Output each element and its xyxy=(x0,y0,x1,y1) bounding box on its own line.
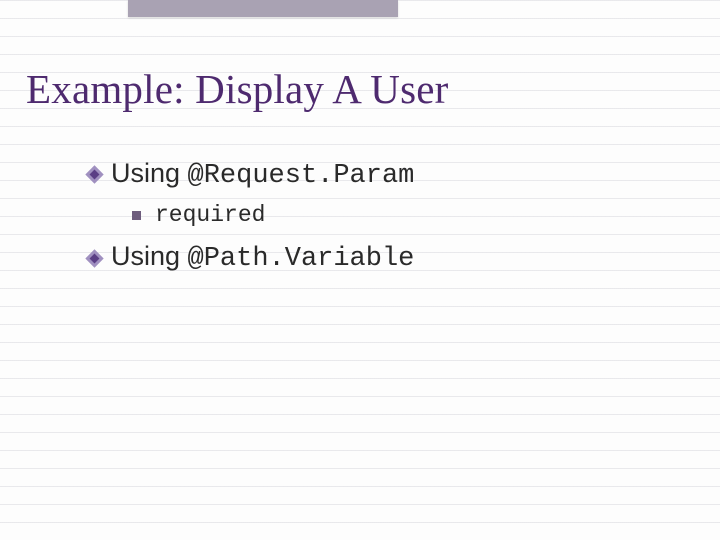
diamond-bullet-icon xyxy=(85,166,103,184)
bullet-code: @Request.Param xyxy=(188,161,415,191)
slide-title: Example: Display A User xyxy=(26,65,449,113)
bullet-prefix: Using xyxy=(111,158,188,188)
bullet-code: @Path.Variable xyxy=(188,244,415,274)
slide-body: Using @Request.Param required Using @Pat… xyxy=(88,155,680,286)
diamond-bullet-icon xyxy=(85,249,103,267)
sub-bullet-required: required xyxy=(132,202,680,228)
bullet-item-path-variable: Using @Path.Variable xyxy=(88,238,680,277)
bullet-item-request-param: Using @Request.Param xyxy=(88,155,680,194)
square-bullet-icon xyxy=(132,211,141,220)
top-accent-bar xyxy=(128,0,398,17)
sub-code: required xyxy=(155,202,265,228)
bullet-prefix: Using xyxy=(111,241,188,271)
slide: Example: Display A User Using @Request.P… xyxy=(0,0,720,540)
